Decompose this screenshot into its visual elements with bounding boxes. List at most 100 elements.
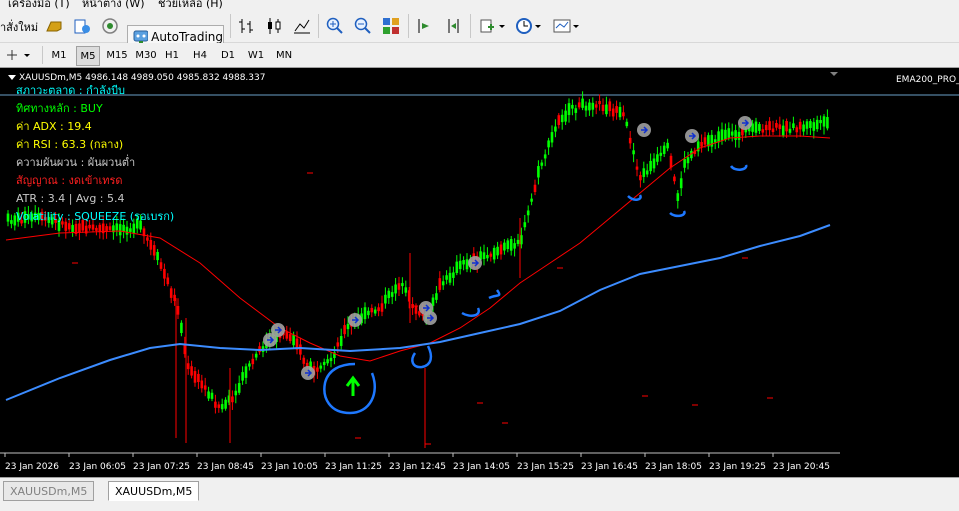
panel-volatility-thai: ความผันผวน : ผันผวนต่ำ <box>16 156 136 169</box>
candle-body <box>591 102 595 110</box>
candle-body <box>523 222 527 228</box>
indicators-menu-icon[interactable] <box>478 16 508 36</box>
timeframe-h4-button[interactable]: H4 <box>189 46 211 64</box>
candle-body <box>169 288 173 298</box>
panel-market-state: สภาวะตลาด : กำลังบีบ <box>16 84 126 97</box>
candle-body <box>588 102 591 111</box>
tab-xauusdm-m5-1[interactable]: XAUUSDm,M5 <box>3 481 95 501</box>
candle-body <box>642 168 646 177</box>
candle-body <box>581 98 584 108</box>
time-axis-label: 23 Jan 14:05 <box>453 462 510 472</box>
candle-body <box>618 106 622 118</box>
candle-body <box>190 366 193 376</box>
candle-body <box>71 224 74 233</box>
new-order-button[interactable]: าสั่งใหม่ <box>0 18 38 36</box>
indicator-label: EMA200_PRO_ <box>896 75 959 85</box>
candle-body <box>496 246 499 256</box>
candle-body <box>713 139 717 143</box>
auto-scroll-icon[interactable] <box>415 16 435 36</box>
menu-help[interactable]: ช่วยเหลือ (H) <box>158 0 223 10</box>
candle-body <box>244 366 248 378</box>
candle-body <box>387 290 391 299</box>
candle-body <box>152 245 156 256</box>
candle-body <box>108 226 112 230</box>
timeframe-m5-button[interactable]: M5 <box>76 46 100 66</box>
candle-body <box>506 240 510 249</box>
candle-body <box>778 124 782 130</box>
tab-xauusdm-m5-2[interactable]: XAUUSDm,M5 <box>108 481 200 501</box>
time-axis-label: 23 Jan 10:05 <box>261 462 318 472</box>
candle-body <box>394 284 397 294</box>
buy-arrow-icon <box>345 375 361 396</box>
data-window-icon[interactable] <box>72 16 92 36</box>
candle-body <box>577 102 581 108</box>
candle-body <box>10 220 13 224</box>
menu-window[interactable]: หน้าต่าง (W) <box>82 0 145 10</box>
zoom-out-icon[interactable] <box>353 16 373 36</box>
price-chart[interactable]: 23 Jan 2026 23 Jan 06:05 23 Jan 07:25 23 Ja… <box>0 68 959 477</box>
candle-body <box>486 254 489 259</box>
timeframe-m30-button[interactable]: M30 <box>133 46 159 64</box>
panel-rsi: ค่า RSI : 63.3 (กลาง) <box>16 138 124 151</box>
bar-chart-icon[interactable] <box>236 16 256 36</box>
candle-body <box>438 278 442 290</box>
gold-bar-icon[interactable] <box>44 16 64 36</box>
candle-body <box>785 120 788 132</box>
templates-icon[interactable] <box>552 16 582 36</box>
candle-body <box>237 383 241 393</box>
candle-body <box>377 307 380 312</box>
chart-shift-icon[interactable] <box>443 16 463 36</box>
candle-body <box>197 373 200 383</box>
tile-windows-icon[interactable] <box>381 16 401 36</box>
candle-body <box>435 293 438 300</box>
candle-body <box>625 121 629 127</box>
time-axis-label: 23 Jan 12:45 <box>389 462 446 472</box>
crosshair-tool-icon[interactable] <box>4 46 34 64</box>
menu-tools[interactable]: เครื่องมือ (T) <box>8 0 70 10</box>
zoom-in-icon[interactable] <box>325 16 345 36</box>
time-axis-label: 23 Jan 08:45 <box>197 462 254 472</box>
candle-body <box>530 198 533 202</box>
line-chart-icon[interactable] <box>292 16 312 36</box>
timeframe-h1-button[interactable]: H1 <box>161 46 183 64</box>
time-axis-label: 23 Jan 19:25 <box>709 462 766 472</box>
candle-body <box>805 121 809 129</box>
candle-body <box>254 353 258 358</box>
periods-clock-icon[interactable] <box>514 16 544 36</box>
timeframe-w1-button[interactable]: W1 <box>245 46 267 64</box>
timeframe-m15-button[interactable]: M15 <box>104 46 130 64</box>
candle-body <box>146 237 149 241</box>
candle-body <box>462 260 465 265</box>
signal-icon[interactable] <box>100 16 120 36</box>
candle-body <box>584 105 588 111</box>
candle-body <box>370 307 374 313</box>
autotrading-label: AutoTrading <box>151 30 223 44</box>
candle-body <box>105 226 108 232</box>
candle-body <box>608 101 612 112</box>
timeframe-mn-button[interactable]: MN <box>273 46 295 64</box>
candle-body <box>125 226 129 235</box>
menu-bar: เครื่องมือ (T) หน้าต่าง (W) ช่วยเหลือ (H… <box>0 0 959 10</box>
candle-body <box>822 116 826 127</box>
candle-body <box>632 150 635 155</box>
time-axis-label: 23 Jan 18:05 <box>645 462 702 472</box>
candlestick-chart-icon[interactable] <box>264 16 284 36</box>
candle-body <box>234 390 238 396</box>
candle-body <box>601 104 605 112</box>
candle-body <box>730 131 734 136</box>
candle-body <box>373 309 377 314</box>
scroll-marker-icon <box>830 72 838 76</box>
candle-body <box>397 283 401 290</box>
candle-body <box>214 401 217 408</box>
candle-body <box>115 223 119 231</box>
candle-body <box>628 137 632 144</box>
candle-body <box>458 260 462 270</box>
candle-body <box>132 223 136 234</box>
candle-body <box>482 252 486 260</box>
timeframe-m1-button[interactable]: M1 <box>48 46 70 64</box>
candle-body <box>720 129 724 141</box>
candle-body <box>88 224 91 229</box>
timeframe-d1-button[interactable]: D1 <box>217 46 239 64</box>
candle-body <box>180 322 183 333</box>
candle-body <box>217 404 221 408</box>
